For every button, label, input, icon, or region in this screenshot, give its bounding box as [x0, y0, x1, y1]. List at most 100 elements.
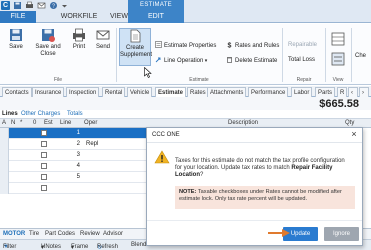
chevron-left-icon: ‹: [351, 90, 353, 96]
col-qty[interactable]: Qty: [345, 120, 354, 126]
save-quick-icon[interactable]: [13, 1, 22, 10]
row-checkbox[interactable]: [41, 163, 47, 169]
svg-text:$: $: [228, 42, 232, 48]
tab-inspection[interactable]: Inspection: [66, 87, 100, 97]
row-checkbox[interactable]: [41, 141, 47, 147]
estimate-properties-label: Estimate Properties: [164, 43, 217, 49]
mail-quick-icon[interactable]: [37, 1, 46, 10]
overflow-button[interactable]: Che: [355, 52, 366, 61]
estimate-properties-button[interactable]: Estimate Properties: [155, 41, 216, 50]
col-line[interactable]: Line: [60, 120, 71, 126]
properties-icon: [155, 41, 162, 48]
ribbon-separator: [351, 28, 352, 82]
quick-access-bar: C ? ESTIMATE: [0, 0, 371, 11]
print-label: Print: [72, 44, 86, 50]
tab-contacts[interactable]: Contacts: [2, 87, 32, 97]
tab-tire[interactable]: Tire: [29, 231, 39, 237]
view-group-label: View: [332, 77, 344, 83]
tab-estimate[interactable]: Estimate: [155, 87, 187, 97]
lines-link[interactable]: Lines: [2, 111, 18, 117]
repairable-button[interactable]: Repairable: [288, 41, 317, 50]
col-n[interactable]: N: [11, 120, 15, 126]
table-row[interactable]: [0, 183, 150, 194]
save-icon: [10, 29, 22, 41]
tab-review[interactable]: Review: [80, 231, 100, 237]
chevron-down-icon: ▾: [203, 58, 208, 64]
delete-estimate-button[interactable]: Delete Estimate: [226, 56, 277, 65]
row-line: 1: [76, 130, 80, 136]
row-checkbox[interactable]: [41, 152, 47, 158]
tab-scroll-right[interactable]: ›: [359, 87, 369, 97]
list-view-icon: [331, 52, 345, 66]
tab-more[interactable]: R: [337, 87, 348, 97]
chevron-down-icon: ▾: [41, 245, 45, 250]
tab-edit[interactable]: EDIT: [128, 11, 184, 23]
row-checkbox[interactable]: [41, 130, 47, 136]
customize-quick-icon[interactable]: [60, 1, 69, 10]
table-row[interactable]: 1: [0, 128, 150, 139]
tab-parts[interactable]: Parts: [315, 87, 336, 97]
view-list-button[interactable]: [331, 52, 345, 66]
mouse-cursor-icon: [144, 67, 152, 78]
col-o[interactable]: 0: [33, 120, 36, 126]
estimate-tabs: Contacts Insurance Inspection Rental Veh…: [0, 86, 371, 97]
tab-attachments[interactable]: Attachments: [207, 87, 247, 97]
help-quick-icon[interactable]: ?: [49, 1, 58, 10]
totals-link[interactable]: Totals: [67, 111, 83, 117]
tab-performance[interactable]: Performance: [248, 87, 289, 97]
table-row[interactable]: 3: [0, 150, 150, 161]
line-operation-icon: [155, 57, 161, 63]
col-a[interactable]: A: [2, 120, 6, 126]
tab-scroll-left[interactable]: ‹: [348, 87, 358, 97]
row-line: 5: [76, 174, 80, 180]
view-grid-button[interactable]: [331, 32, 345, 46]
dialog-footer: Update Ignore: [147, 220, 362, 245]
other-charges-link[interactable]: Other Charges: [21, 111, 60, 117]
save-button[interactable]: Save: [6, 28, 26, 51]
filter-label: Filter: [3, 244, 17, 250]
tab-file[interactable]: FILE: [0, 11, 36, 23]
tab-vehicle[interactable]: Vehicle: [127, 87, 153, 97]
tab-advisor[interactable]: Advisor: [103, 231, 123, 237]
dialog-message: Taxes for this estimate do not match the…: [175, 158, 351, 179]
print-quick-icon[interactable]: [25, 1, 34, 10]
table-row[interactable]: 5: [0, 172, 150, 183]
table-row[interactable]: 2 Repl: [0, 139, 150, 150]
warning-icon: [154, 150, 170, 164]
col-oper[interactable]: Oper: [84, 120, 97, 126]
ribbon-separator: [325, 28, 326, 82]
tab-view[interactable]: VIEW: [108, 11, 130, 23]
grid-view-icon: [331, 32, 345, 46]
line-operation-button[interactable]: Line Operation ▾: [155, 56, 207, 65]
dialog-note: NOTE: Taxable checkboxes under Rates can…: [175, 186, 355, 209]
row-checkbox[interactable]: [41, 185, 47, 191]
close-icon[interactable]: ×: [349, 129, 359, 139]
tab-part-codes[interactable]: Part Codes: [45, 231, 75, 237]
total-loss-button[interactable]: Total Loss: [288, 56, 315, 65]
tab-workfile[interactable]: WORKFILE: [54, 11, 104, 23]
tab-rental[interactable]: Rental: [102, 87, 126, 97]
tab-motor[interactable]: MOTOR: [3, 231, 25, 237]
ignore-button[interactable]: Ignore: [324, 227, 359, 241]
col-star[interactable]: *: [20, 120, 22, 126]
tab-insurance[interactable]: Insurance: [32, 87, 65, 97]
ribbon-tabs: FILE WORKFILE VIEW EDIT: [0, 11, 371, 23]
col-est[interactable]: Est: [44, 120, 53, 126]
table-row[interactable]: 4: [0, 161, 150, 172]
note-text: Taxable checkboxes under Rates cannot be…: [179, 189, 342, 202]
save-and-close-button[interactable]: Save and Close: [31, 28, 65, 58]
create-supplement-button[interactable]: Create Supplement: [119, 28, 152, 66]
row-indicator: [0, 139, 9, 150]
row-checkbox[interactable]: [41, 174, 47, 180]
printer-icon: [73, 28, 85, 42]
rates-and-rules-button[interactable]: $ Rates and Rules: [226, 41, 280, 50]
print-button[interactable]: Print: [69, 28, 89, 51]
col-description[interactable]: Description: [228, 120, 258, 126]
tab-labor[interactable]: Labor: [291, 87, 313, 97]
ribbon: Save Save and Close Print Send File Crea…: [0, 24, 371, 85]
tab-rates[interactable]: Rates: [187, 87, 209, 97]
document-icon: [130, 29, 141, 43]
blend-button[interactable]: Blend: [131, 242, 146, 248]
total-bar: $665.58: [0, 97, 371, 110]
send-button[interactable]: Send: [93, 28, 113, 51]
